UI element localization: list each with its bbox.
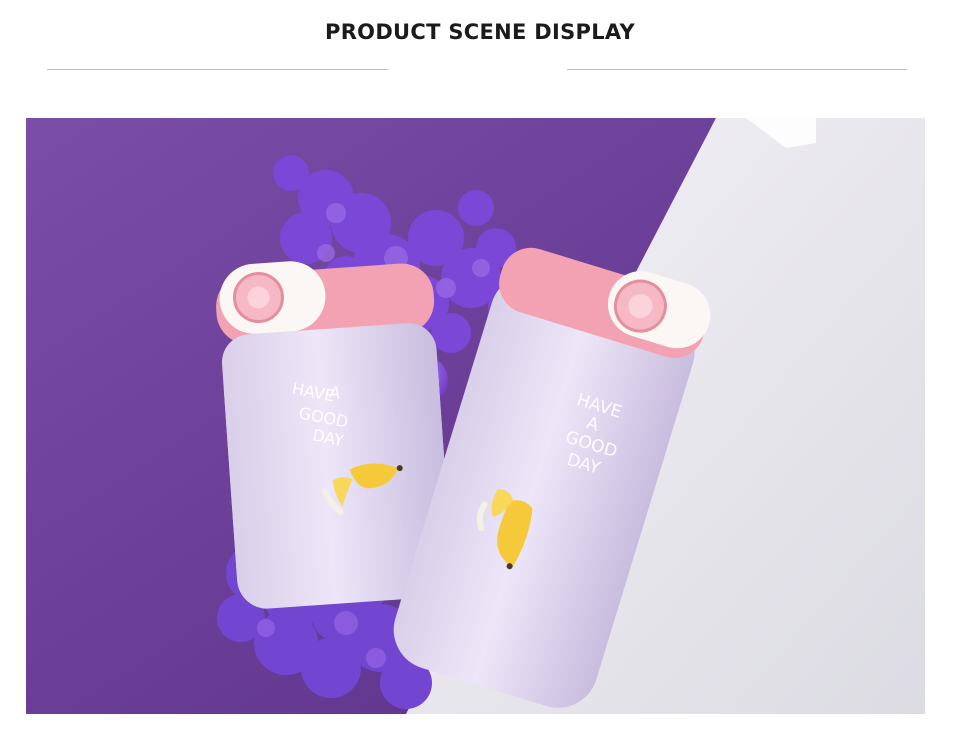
page-title: PRODUCT SCENE DISPLAY — [325, 20, 635, 44]
scene-illustration: HAVE A GOOD DAY HAVE A GOOD DAY — [26, 118, 925, 714]
page-header: PRODUCT SCENE DISPLAY — [0, 0, 960, 110]
title-divider-right — [567, 69, 907, 70]
product-scene-photo: HAVE A GOOD DAY HAVE A GOOD DAY — [26, 118, 925, 714]
title-divider-left — [47, 69, 388, 70]
